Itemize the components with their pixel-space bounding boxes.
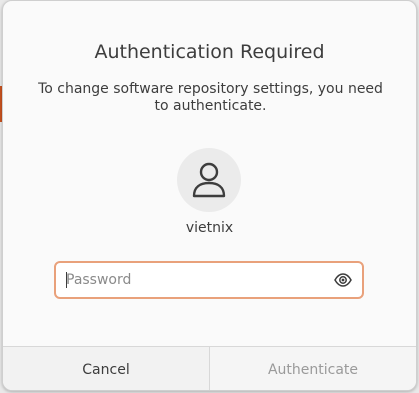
password-field[interactable] bbox=[54, 261, 364, 299]
dialog-button-row: Cancel Authenticate bbox=[3, 346, 416, 390]
password-input[interactable] bbox=[66, 263, 316, 297]
dialog-message: To change software repository settings, … bbox=[38, 81, 383, 114]
authentication-dialog: Authentication Required To change softwa… bbox=[2, 0, 417, 391]
username-label: vietnix bbox=[185, 220, 234, 236]
dialog-title: Authentication Required bbox=[94, 41, 325, 63]
authenticate-button[interactable]: Authenticate bbox=[210, 347, 416, 390]
user-icon bbox=[192, 162, 226, 198]
cancel-button[interactable]: Cancel bbox=[3, 347, 210, 390]
text-cursor bbox=[66, 272, 67, 288]
avatar bbox=[177, 148, 241, 212]
eye-icon[interactable] bbox=[334, 272, 352, 288]
